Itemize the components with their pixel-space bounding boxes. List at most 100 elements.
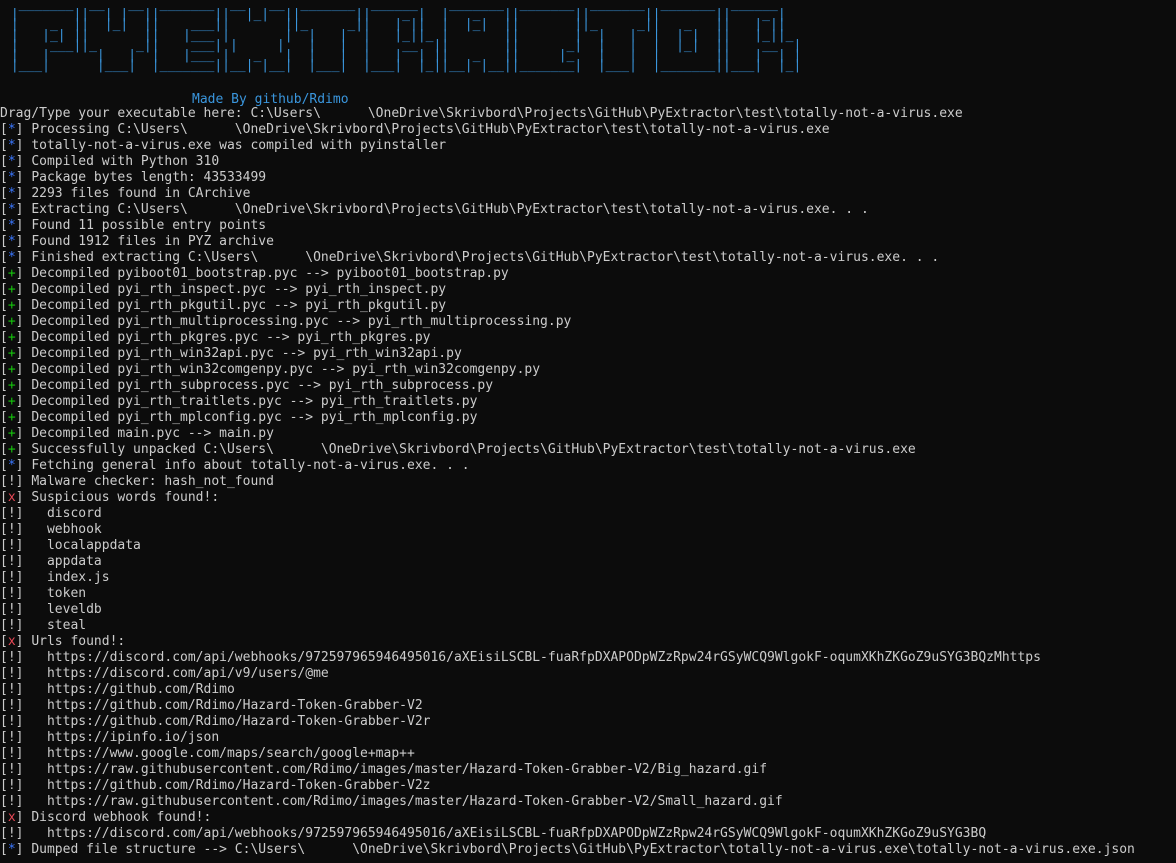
tag-open-bracket: [ <box>0 714 8 729</box>
status-tag: ! <box>7 618 16 633</box>
status-tag: x <box>7 810 16 825</box>
tag-open-bracket: [ <box>0 682 8 697</box>
log-line-info: [*] Found 11 possible entry points <box>0 218 1176 234</box>
tag-close-bracket: ] <box>15 490 32 505</box>
status-tag: + <box>7 330 16 345</box>
line-text: https://github.com/Rdimo/Hazard-Token-Gr… <box>31 778 431 793</box>
tag-close-bracket: ] <box>15 442 32 457</box>
line-text: totally-not-a-virus.exe was compiled wit… <box>31 138 447 153</box>
line-text: Dumped file structure --> C:\Users\ \One… <box>31 842 1135 857</box>
tag-close-bracket: ] <box>15 570 32 585</box>
log-line-info: [*] Compiled with Python 310 <box>0 154 1176 170</box>
tag-open-bracket: [ <box>0 138 8 153</box>
tag-close-bracket: ] <box>15 330 32 345</box>
tag-close-bracket: ] <box>15 634 32 649</box>
line-text: Decompiled main.pyc --> main.py <box>31 426 274 441</box>
tag-open-bracket: [ <box>0 298 8 313</box>
tag-close-bracket: ] <box>15 682 32 697</box>
line-text: Finished extracting C:\Users\ \OneDrive\… <box>31 250 940 265</box>
ascii-banner: _______ __ __ _______ __ __ _______ ____… <box>10 0 802 74</box>
status-tag: + <box>7 282 16 297</box>
status-tag: + <box>7 298 16 313</box>
tag-open-bracket: [ <box>0 170 8 185</box>
tag-close-bracket: ] <box>15 554 32 569</box>
status-tag: ! <box>7 538 16 553</box>
status-tag: ! <box>7 586 16 601</box>
log-line-bad: [x] Urls found!: <box>0 634 1176 650</box>
line-text: Extracting C:\Users\ \OneDrive\Skrivbord… <box>31 202 869 217</box>
tag-open-bracket: [ <box>0 122 8 137</box>
line-text: https://github.com/Rdimo/Hazard-Token-Gr… <box>31 714 431 729</box>
log-line-warn: [!] https://discord.com/api/webhooks/972… <box>0 650 1176 666</box>
tag-open-bracket: [ <box>0 410 8 425</box>
log-line-info: [*] 2293 files found in CArchive <box>0 186 1176 202</box>
log-line-ok: [+] Decompiled pyi_rth_win32comgenpy.pyc… <box>0 362 1176 378</box>
line-text: https://discord.com/api/v9/users/@me <box>31 666 329 681</box>
tag-close-bracket: ] <box>15 650 32 665</box>
tag-open-bracket: [ <box>0 698 8 713</box>
tag-close-bracket: ] <box>15 474 32 489</box>
status-tag: * <box>7 250 16 265</box>
tag-close-bracket: ] <box>15 202 32 217</box>
log-line-warn: [!] index.js <box>0 570 1176 586</box>
log-line-bad: [x] Suspicious words found!: <box>0 490 1176 506</box>
tag-open-bracket: [ <box>0 730 8 745</box>
line-text: https://discord.com/api/webhooks/9725979… <box>31 826 987 841</box>
tag-open-bracket: [ <box>0 250 8 265</box>
line-text: Suspicious words found!: <box>31 490 220 505</box>
log-line-warn: [!] https://github.com/Rdimo/Hazard-Toke… <box>0 778 1176 794</box>
status-tag: ! <box>7 714 16 729</box>
status-tag: * <box>7 842 16 857</box>
status-tag: + <box>7 346 16 361</box>
log-line-warn: [!] https://raw.githubusercontent.com/Rd… <box>0 794 1176 810</box>
line-text: Fetching general info about totally-not-… <box>31 458 470 473</box>
tag-open-bracket: [ <box>0 570 8 585</box>
tag-close-bracket: ] <box>15 138 32 153</box>
terminal-window[interactable]: _______ __ __ _______ __ __ _______ ____… <box>0 0 1176 863</box>
tag-open-bracket: [ <box>0 362 8 377</box>
tag-open-bracket: [ <box>0 842 8 857</box>
status-tag: x <box>7 634 16 649</box>
log-line-warn: [!] token <box>0 586 1176 602</box>
tag-open-bracket: [ <box>0 154 8 169</box>
line-text: 2293 files found in CArchive <box>31 186 251 201</box>
log-line-ok: [+] Decompiled main.pyc --> main.py <box>0 426 1176 442</box>
tag-open-bracket: [ <box>0 394 8 409</box>
tag-open-bracket: [ <box>0 538 8 553</box>
line-text: Decompiled pyi_rth_win32comgenpy.pyc -->… <box>31 362 541 377</box>
tag-close-bracket: ] <box>15 298 32 313</box>
line-text: index.js <box>31 570 110 585</box>
line-text: Drag/Type your executable here: C:\Users… <box>0 106 963 121</box>
tag-close-bracket: ] <box>15 154 32 169</box>
tag-close-bracket: ] <box>15 522 32 537</box>
tag-open-bracket: [ <box>0 634 8 649</box>
status-tag: + <box>7 362 16 377</box>
line-text: webhook <box>31 522 102 537</box>
log-line-ok: [+] Decompiled pyi_rth_subprocess.pyc --… <box>0 378 1176 394</box>
log-line-ok: [+] Successfully unpacked C:\Users\ \One… <box>0 442 1176 458</box>
tag-close-bracket: ] <box>15 586 32 601</box>
line-text: Urls found!: <box>31 634 126 649</box>
tag-open-bracket: [ <box>0 426 8 441</box>
log-line-ok: [+] Decompiled pyi_rth_inspect.pyc --> p… <box>0 282 1176 298</box>
line-text: token <box>31 586 87 601</box>
line-text: https://raw.githubusercontent.com/Rdimo/… <box>31 794 783 809</box>
tag-open-bracket: [ <box>0 826 8 841</box>
status-tag: ! <box>7 762 16 777</box>
status-tag: x <box>7 490 16 505</box>
line-text: https://ipinfo.io/json <box>31 730 220 745</box>
status-tag: ! <box>7 682 16 697</box>
tag-close-bracket: ] <box>15 810 32 825</box>
status-tag: + <box>7 394 16 409</box>
tag-close-bracket: ] <box>15 746 32 761</box>
line-text: Decompiled pyi_rth_pkgres.pyc --> pyi_rt… <box>31 330 431 345</box>
line-text: Successfully unpacked C:\Users\ \OneDriv… <box>31 442 916 457</box>
tag-close-bracket: ] <box>15 618 32 633</box>
tag-open-bracket: [ <box>0 602 8 617</box>
tag-close-bracket: ] <box>15 362 32 377</box>
tag-close-bracket: ] <box>15 378 32 393</box>
log-line-warn: [!] https://raw.githubusercontent.com/Rd… <box>0 762 1176 778</box>
log-line-ok: [+] Decompiled pyi_rth_traitlets.pyc -->… <box>0 394 1176 410</box>
tag-open-bracket: [ <box>0 746 8 761</box>
log-line-warn: [!] steal <box>0 618 1176 634</box>
